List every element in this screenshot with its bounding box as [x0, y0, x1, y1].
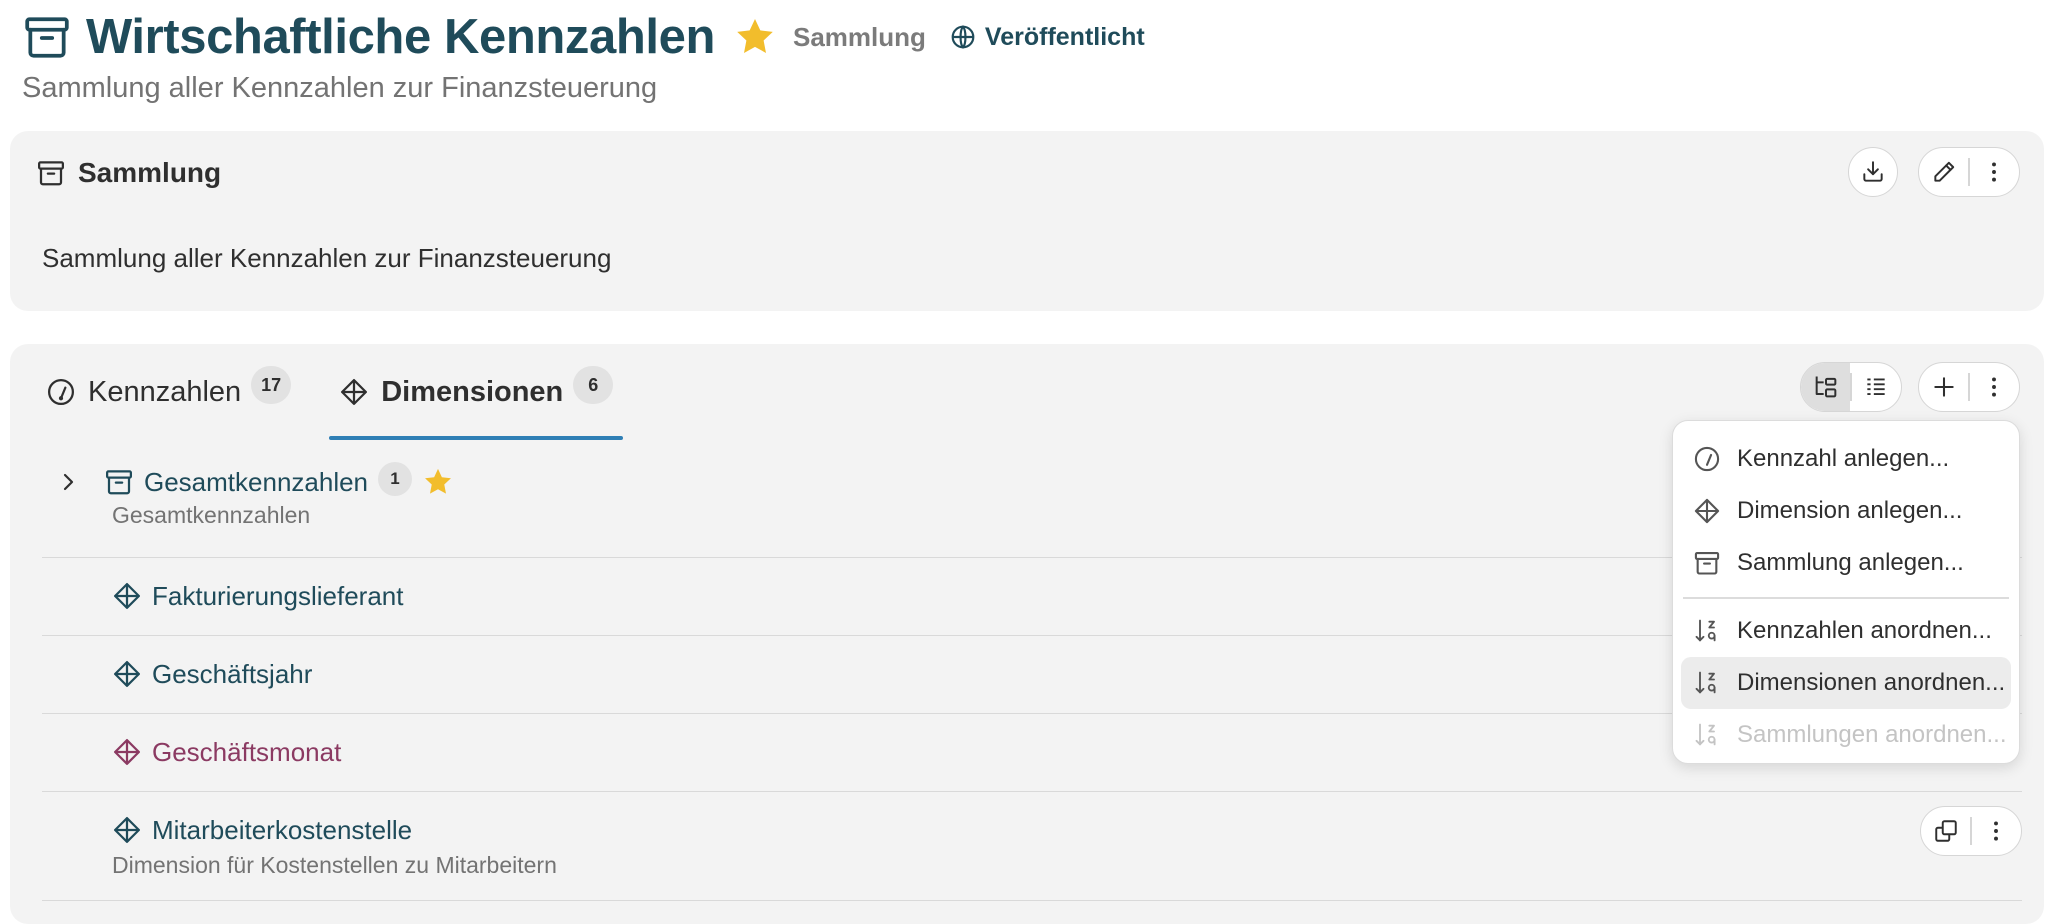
favorite-star-icon[interactable]	[733, 15, 777, 59]
list-view-button[interactable]	[1852, 363, 1901, 411]
page-subtitle: Sammlung aller Kennzahlen zur Finanzsteu…	[22, 72, 658, 104]
add-actions-group	[1918, 362, 2020, 412]
menu-item-label: Kennzahl anlegen...	[1737, 445, 1950, 472]
tab-kennzahlen[interactable]: Kennzahlen 17	[36, 362, 301, 422]
gauge-icon	[1693, 445, 1721, 473]
more-options-button[interactable]	[1970, 148, 2019, 196]
collection-card: Sammlung Sammlung aller Kennzahlen zur F…	[10, 131, 2044, 311]
page-title: Wirtschaftliche Kennzahlen	[86, 10, 715, 64]
menu-item-label: Dimension anlegen...	[1737, 497, 1963, 524]
edit-button[interactable]	[1919, 148, 1968, 196]
dimension-diamond-icon	[112, 581, 142, 611]
more-options-button[interactable]	[1970, 363, 2019, 411]
menu-item-label: Dimensionen anordnen...	[1737, 668, 2006, 696]
count-badge: 6	[573, 366, 614, 404]
archive-box-icon	[104, 467, 134, 497]
menu-item-label: Sammlungen anordnen...	[1737, 720, 2007, 748]
title-row: Wirtschaftliche Kennzahlen Sammlung Verö…	[22, 8, 2036, 66]
menu-item-label: Sammlung anlegen...	[1737, 549, 1964, 576]
globe-icon	[950, 24, 976, 50]
status-label: Veröffentlicht	[984, 22, 1145, 51]
duplicate-button[interactable]	[1921, 807, 1970, 855]
sort-icon	[1693, 669, 1721, 697]
item-link[interactable]: Geschäftsmonat	[152, 737, 341, 768]
tree-row[interactable]: Mitarbeiterkostenstelle Dimension für Ko…	[42, 792, 2022, 901]
page-header: Wirtschaftliche Kennzahlen Sammlung Verö…	[22, 8, 2036, 108]
more-vertical-icon	[1983, 818, 2009, 844]
view-toggle	[1800, 362, 1902, 412]
count-badge: 1	[378, 462, 413, 496]
item-link[interactable]: Geschäftsjahr	[152, 659, 312, 690]
tab-dimensionen[interactable]: Dimensionen 6	[329, 362, 624, 440]
more-vertical-icon	[1981, 374, 2007, 400]
dimension-diamond-icon	[112, 737, 142, 767]
menu-item-sort-metrics[interactable]: Kennzahlen anordnen...	[1681, 605, 2011, 657]
collection-description: Sammlung aller Kennzahlen zur Finanzsteu…	[42, 243, 612, 273]
collection-card-title: Sammlung	[78, 157, 222, 188]
download-icon	[1860, 159, 1886, 185]
favorite-star-icon[interactable]	[422, 466, 454, 498]
archive-box-icon	[36, 158, 66, 188]
sort-icon	[1693, 721, 1721, 749]
status-badge: Veröffentlicht	[950, 23, 1145, 52]
add-button[interactable]	[1919, 363, 1968, 411]
tree-view-button[interactable]	[1801, 363, 1851, 411]
type-label: Sammlung	[793, 21, 926, 52]
count-badge: 17	[251, 366, 292, 404]
plus-icon	[1931, 374, 1957, 400]
sort-icon	[1693, 617, 1721, 645]
tab-label: Kennzahlen	[88, 375, 242, 408]
edit-pencil-icon	[1931, 159, 1957, 185]
collection-card-header: Sammlung	[36, 153, 221, 193]
menu-divider	[1683, 597, 2009, 599]
menu-item-sort-collections: Sammlungen anordnen...	[1681, 709, 2011, 761]
menu-item-create-metric[interactable]: Kennzahl anlegen...	[1681, 433, 2011, 485]
archive-box-icon	[1693, 549, 1721, 577]
tab-label: Dimensionen	[381, 375, 564, 408]
row-actions	[1920, 806, 2022, 856]
more-options-button[interactable]	[1972, 807, 2021, 855]
copy-icon	[1933, 818, 1959, 844]
more-vertical-icon	[1981, 159, 2007, 185]
item-link[interactable]: Fakturierungslieferant	[152, 581, 403, 612]
tree-view-icon	[1812, 373, 1840, 401]
menu-item-create-dimension[interactable]: Dimension anlegen...	[1681, 485, 2011, 537]
chevron-right-icon[interactable]	[52, 466, 84, 498]
gauge-icon	[46, 377, 76, 407]
create-dropdown-menu: Kennzahl anlegen... Dimension anlegen...…	[1672, 420, 2020, 764]
item-link[interactable]: Gesamtkennzahlen	[144, 467, 368, 498]
dimension-diamond-icon	[112, 815, 142, 845]
dimension-diamond-icon	[112, 659, 142, 689]
archive-box-icon	[22, 12, 72, 62]
dimension-diamond-icon	[339, 377, 369, 407]
menu-item-sort-dimensions[interactable]: Dimensionen anordnen...	[1681, 656, 2011, 709]
edit-actions-group	[1918, 147, 2020, 197]
dimension-diamond-icon	[1693, 497, 1721, 525]
download-button[interactable]	[1848, 147, 1898, 197]
menu-item-create-collection[interactable]: Sammlung anlegen...	[1681, 537, 2011, 589]
tab-bar: Kennzahlen 17 Dimensionen 6	[36, 362, 651, 440]
item-description: Dimension für Kostenstellen zu Mitarbeit…	[112, 852, 557, 878]
menu-item-label: Kennzahlen anordnen...	[1737, 616, 1992, 644]
item-link[interactable]: Mitarbeiterkostenstelle	[152, 815, 412, 846]
list-view-icon	[1863, 374, 1889, 400]
